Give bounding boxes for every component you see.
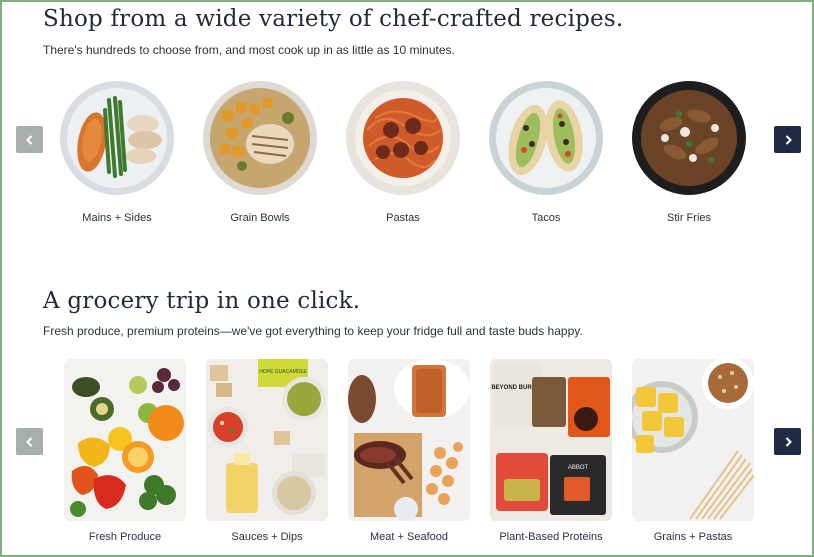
recipe-label: Stir Fries bbox=[667, 212, 711, 224]
recipes-subtitle: There's hundreds to choose from, and mos… bbox=[43, 43, 455, 57]
fresh-produce-image bbox=[64, 359, 186, 521]
grocery-label: Plant-Based Proteins bbox=[499, 531, 603, 543]
recipe-label: Tacos bbox=[531, 212, 561, 224]
recipes-prev-button[interactable] bbox=[16, 126, 43, 153]
chevron-left-icon bbox=[25, 436, 32, 447]
plant-based-proteins-image: BEYOND BURGER ABBOT bbox=[490, 359, 612, 521]
grocery-label: Sauces + Dips bbox=[231, 531, 303, 543]
grocery-subtitle: Fresh produce, premium proteins—we've go… bbox=[43, 324, 583, 338]
grocery-next-button[interactable] bbox=[774, 428, 801, 455]
abbot-package-text: ABBOT bbox=[568, 465, 589, 471]
pastas-image bbox=[346, 81, 460, 195]
meat-seafood-image bbox=[348, 359, 470, 521]
grocery-label: Fresh Produce bbox=[88, 531, 162, 543]
grain-bowls-image bbox=[203, 81, 317, 195]
guacamole-package-text: HOPE GUACAMOLE bbox=[259, 369, 307, 375]
grains-pastas-image bbox=[632, 359, 754, 521]
recipe-label: Grain Bowls bbox=[230, 212, 290, 224]
mains-sides-image bbox=[60, 81, 174, 195]
chevron-left-icon bbox=[25, 134, 32, 145]
recipe-label: Mains + Sides bbox=[82, 212, 152, 224]
recipe-label: Pastas bbox=[386, 212, 420, 224]
grocery-title: A grocery trip in one click. bbox=[43, 288, 361, 314]
recipes-title: Shop from a wide variety of chef-crafted… bbox=[43, 6, 624, 32]
grocery-prev-button[interactable] bbox=[16, 428, 43, 455]
stir-fries-image bbox=[632, 81, 746, 195]
grocery-label: Meat + Seafood bbox=[370, 531, 448, 543]
sauces-dips-image: HOPE GUACAMOLE bbox=[206, 359, 328, 521]
chevron-right-icon bbox=[785, 436, 792, 447]
grocery-label: Grains + Pastas bbox=[653, 531, 733, 543]
chevron-right-icon bbox=[785, 134, 792, 145]
tacos-image bbox=[489, 81, 603, 195]
recipes-next-button[interactable] bbox=[774, 126, 801, 153]
